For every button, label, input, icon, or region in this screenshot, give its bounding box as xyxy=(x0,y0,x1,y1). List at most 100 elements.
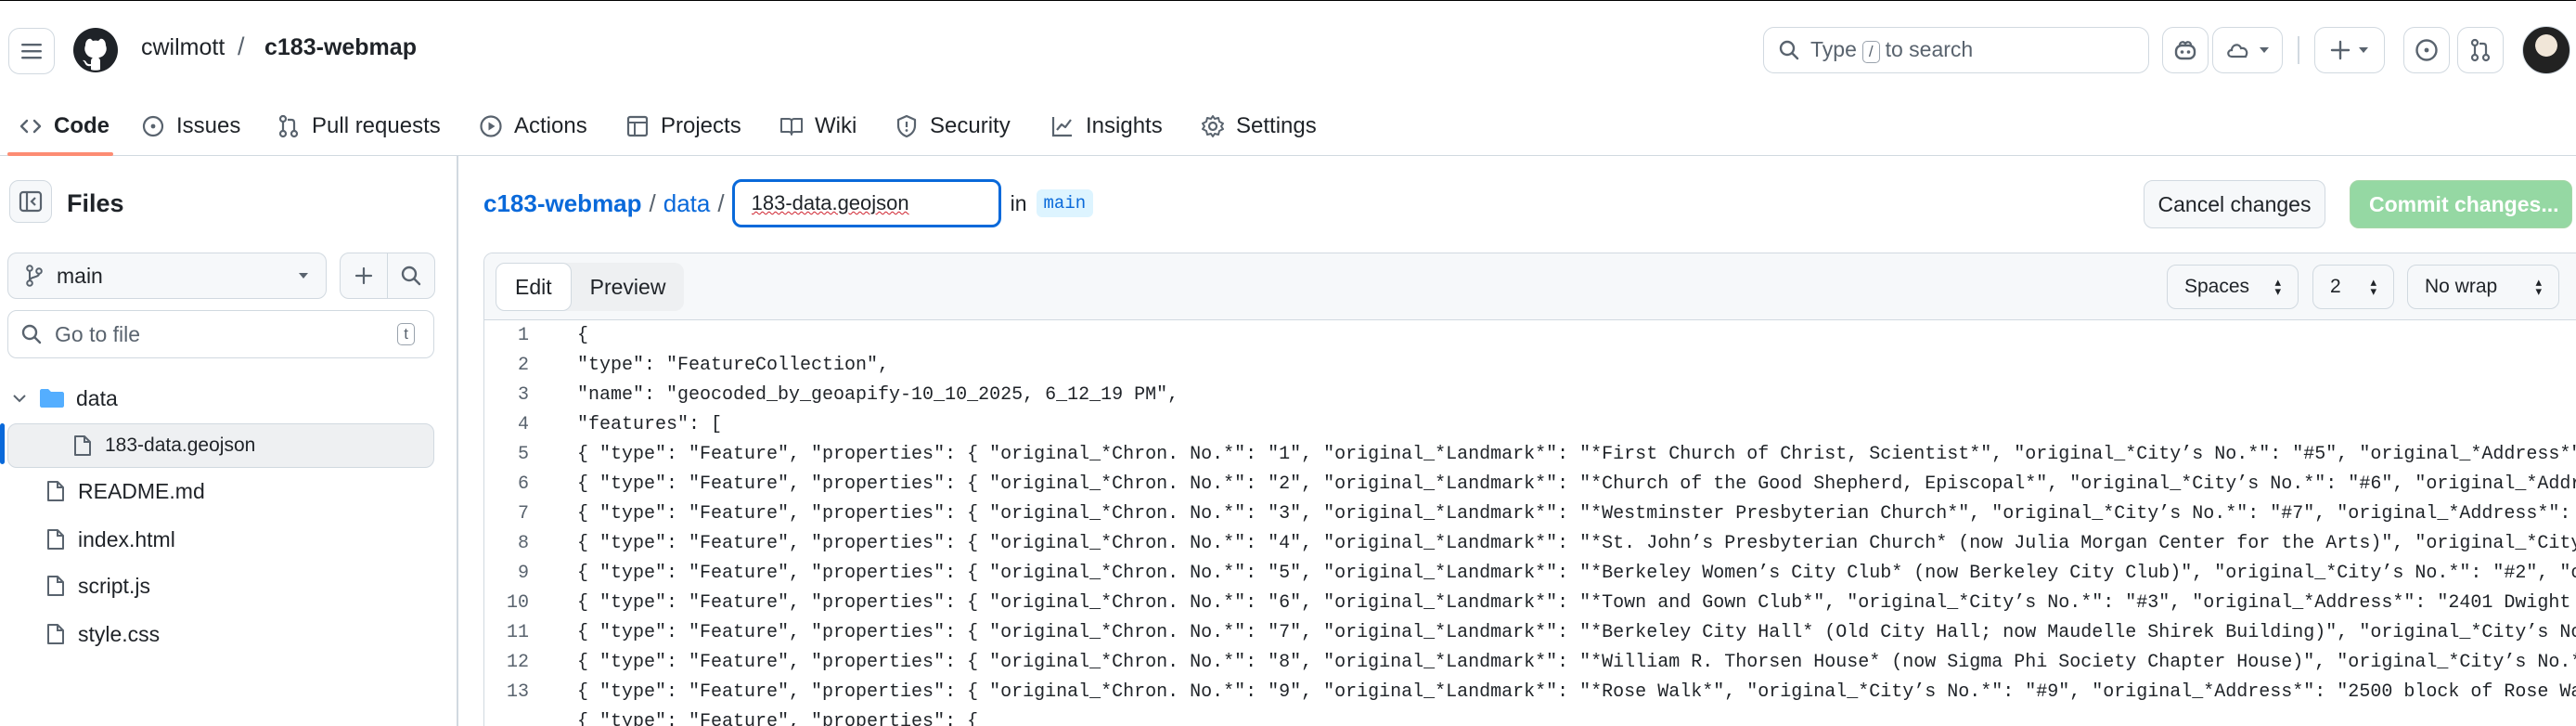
code-line: 2 "type": "FeatureCollection", xyxy=(484,351,2576,381)
tree-item-label: script.js xyxy=(78,573,150,598)
tree-item-label: README.md xyxy=(78,478,205,503)
pull-request-icon xyxy=(278,114,299,138)
tab-wiki[interactable]: Wiki xyxy=(779,106,857,147)
cancel-changes-button[interactable]: Cancel changes xyxy=(2144,180,2325,228)
issue-icon xyxy=(2415,39,2438,61)
tree-file-style-css[interactable]: style.css xyxy=(7,613,434,655)
tree-file-index-html[interactable]: index.html xyxy=(7,518,434,561)
tab-preview[interactable]: Preview xyxy=(572,263,685,311)
tab-settings[interactable]: Settings xyxy=(1201,106,1317,147)
branch-in-label: in xyxy=(1010,190,1027,215)
code-line: 4 "features": [ xyxy=(484,410,2576,440)
breadcrumb: c183-webmap / data / in main xyxy=(483,179,1094,227)
chevron-down-icon xyxy=(299,273,308,279)
tab-issues[interactable]: Issues xyxy=(141,106,240,147)
code-editor: Edit Preview Spaces ▴ ▾ 2 ▴ ▾ No wrap ▴ ▾ 1… xyxy=(483,253,2576,726)
tree-file-readme[interactable]: README.md xyxy=(7,470,434,512)
tab-insights[interactable]: Insights xyxy=(1050,106,1163,147)
line-number: 2 xyxy=(517,355,529,376)
line-text: { "type": "Feature", "properties": { "or… xyxy=(577,681,2576,703)
global-header: cwilmott / c183-webmap Type / to search xyxy=(0,0,2576,98)
cloud-icon xyxy=(2227,44,2248,58)
tab-code[interactable]: Code xyxy=(19,106,109,147)
tab-pull-requests[interactable]: Pull requests xyxy=(277,106,441,147)
chevron-down-icon xyxy=(2359,47,2368,53)
line-text: { xyxy=(577,325,589,346)
line-text: { "type": "Feature", "properties": { "or… xyxy=(577,444,2576,465)
search-icon xyxy=(401,266,421,286)
repo-owner-link[interactable]: cwilmott xyxy=(141,34,225,61)
selected-file-indicator xyxy=(0,423,5,464)
file-icon xyxy=(47,576,64,596)
tree-item-label: style.css xyxy=(78,621,161,646)
edit-preview-toggle: Edit Preview xyxy=(496,263,685,311)
issues-button[interactable] xyxy=(2403,27,2450,73)
pull-requests-button[interactable] xyxy=(2457,27,2504,73)
line-text: { "type": "Feature", "properties": { xyxy=(577,711,979,726)
go-to-file-input[interactable]: Go to file t xyxy=(7,310,434,358)
wrap-mode-value: No wrap xyxy=(2425,276,2498,297)
tab-actions[interactable]: Actions xyxy=(479,106,587,147)
copilot-icon xyxy=(2174,41,2196,60)
indent-mode-select[interactable]: Spaces ▴ ▾ xyxy=(2167,265,2299,309)
line-text: { "type": "Feature", "properties": { "or… xyxy=(577,533,2576,554)
line-number: 13 xyxy=(506,681,529,703)
line-number: 1 xyxy=(517,325,529,346)
copilot-button[interactable] xyxy=(2162,27,2209,73)
tree-folder-data[interactable]: data xyxy=(7,377,434,420)
breadcrumb-dir-link[interactable]: data xyxy=(663,189,711,218)
sidebar-collapse-icon xyxy=(19,190,43,213)
select-arrows-icon: ▴ ▾ xyxy=(2370,275,2376,298)
tab-security[interactable]: Security xyxy=(895,106,1011,147)
line-text: "name": "geocoded_by_geoapify-10_10_2025… xyxy=(577,384,1179,406)
play-icon xyxy=(480,115,502,137)
line-text: { "type": "Feature", "properties": { "or… xyxy=(577,563,2576,584)
line-text: { "type": "Feature", "properties": { "or… xyxy=(577,503,2576,525)
user-avatar[interactable] xyxy=(2522,26,2570,74)
filename-input[interactable] xyxy=(731,179,1001,227)
search-files-button[interactable] xyxy=(387,253,435,299)
search-shortcut-key: / xyxy=(1861,41,1880,63)
header-divider xyxy=(2298,36,2299,64)
line-number: 10 xyxy=(506,592,529,614)
issue-icon xyxy=(142,115,164,137)
repo-navigation: Code Issues Pull requests Actions Projec… xyxy=(0,98,2576,156)
collapse-sidebar-button[interactable] xyxy=(9,180,52,223)
indent-size-select[interactable]: 2 ▴ ▾ xyxy=(2312,265,2394,309)
line-text: { "type": "Feature", "properties": { "or… xyxy=(577,652,2576,673)
tab-code-label: Code xyxy=(54,113,109,138)
code-line: 11 { "type": "Feature", "properties": { "… xyxy=(484,618,2576,648)
tab-projects[interactable]: Projects xyxy=(625,106,741,147)
owner-repo-separator: / xyxy=(238,32,245,60)
graph-icon xyxy=(1051,117,1072,137)
create-new-button[interactable] xyxy=(2314,27,2385,73)
menu-button[interactable] xyxy=(8,28,55,74)
tree-file-183-data-geojson[interactable]: 183-data.geojson xyxy=(7,423,434,468)
shield-icon xyxy=(896,114,917,138)
wrap-mode-select[interactable]: No wrap ▴ ▾ xyxy=(2407,265,2559,309)
chevron-down-icon xyxy=(2260,47,2269,53)
commit-changes-button[interactable]: Commit changes... xyxy=(2350,180,2572,228)
search-icon xyxy=(21,324,42,344)
tree-item-label: 183-data.geojson xyxy=(105,434,256,456)
files-title: Files xyxy=(67,189,124,217)
line-text: { "type": "Feature", "properties": { "or… xyxy=(577,592,2576,614)
github-logo-icon[interactable] xyxy=(72,27,119,73)
global-search-input[interactable]: Type / to search xyxy=(1763,27,2149,73)
line-text: "features": [ xyxy=(577,414,723,435)
breadcrumb-repo-link[interactable]: c183-webmap xyxy=(483,189,642,218)
add-file-button[interactable] xyxy=(340,253,388,299)
indent-mode-value: Spaces xyxy=(2184,276,2250,297)
branch-badge: main xyxy=(1036,189,1094,217)
branch-selector[interactable]: main xyxy=(7,253,327,299)
repo-name-link[interactable]: c183-webmap xyxy=(264,34,417,61)
tab-pull-requests-label: Pull requests xyxy=(312,113,441,138)
code-line: 8 { "type": "Feature", "properties": { "o… xyxy=(484,529,2576,559)
line-number: 9 xyxy=(517,563,529,584)
code-area[interactable]: 1{ 2 "type": "FeatureCollection", 3 "name"… xyxy=(484,321,2576,726)
line-number: 12 xyxy=(506,652,529,673)
tree-file-script-js[interactable]: script.js xyxy=(7,564,434,607)
code-line: 5 { "type": "Feature", "properties": { "o… xyxy=(484,440,2576,470)
tab-edit[interactable]: Edit xyxy=(496,263,572,311)
codespaces-button[interactable] xyxy=(2212,27,2283,73)
